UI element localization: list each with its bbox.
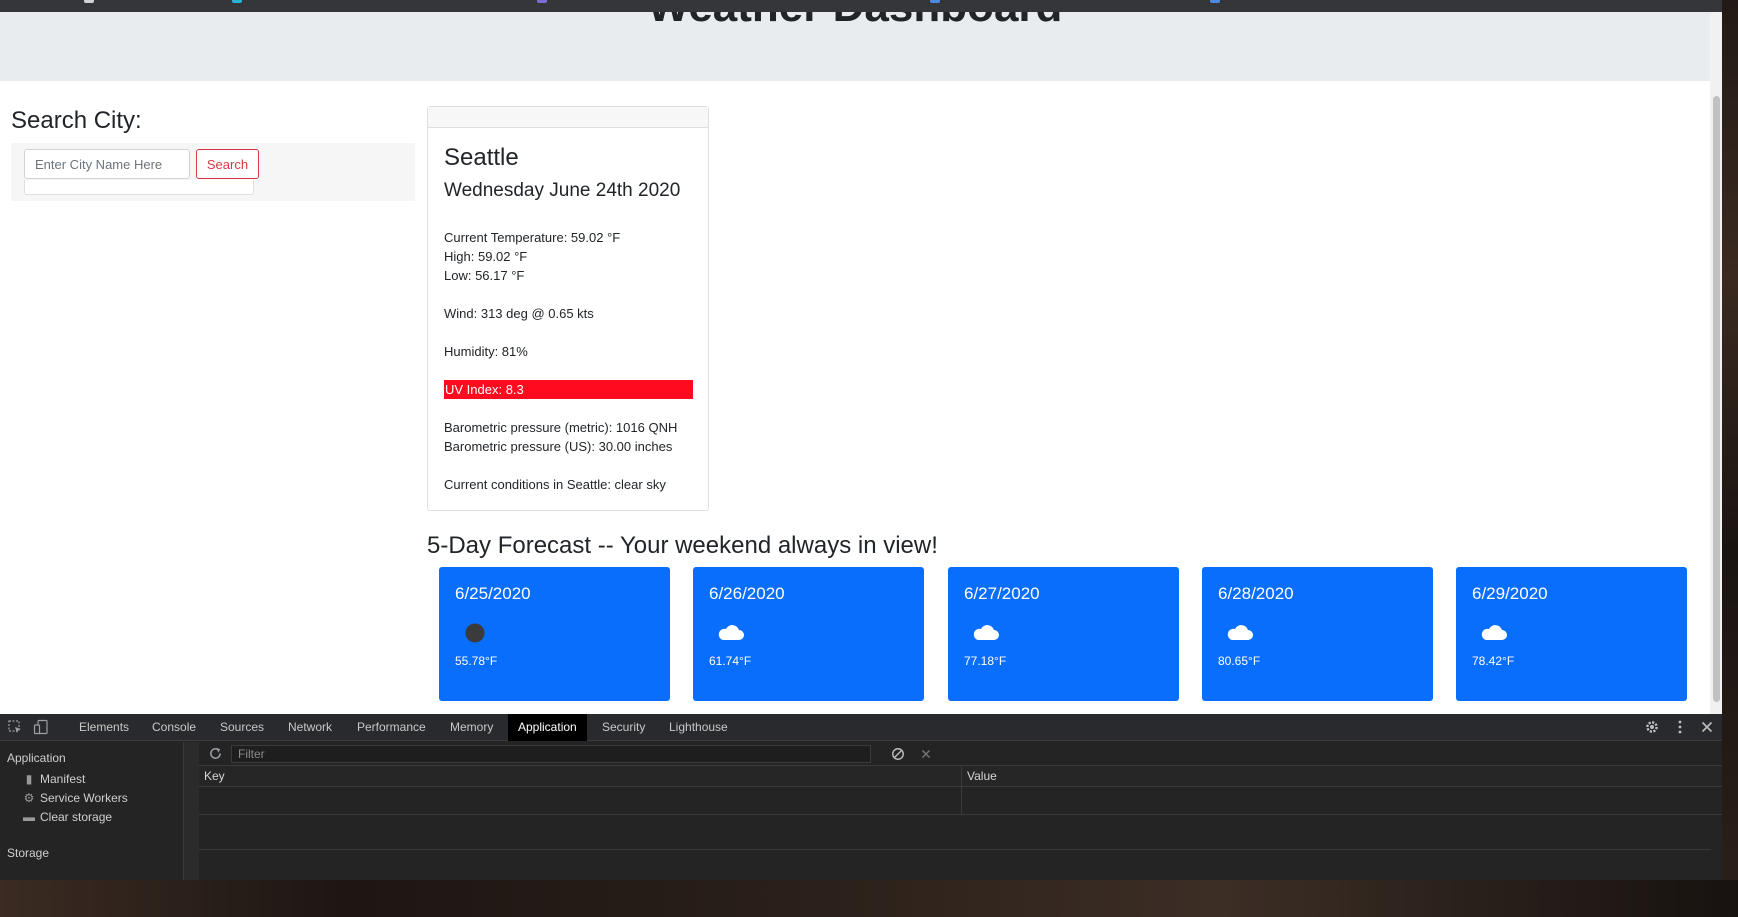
browser-tab-favicon[interactable] <box>1210 0 1220 3</box>
forecast-temperature: 80.65°F <box>1218 654 1261 668</box>
storage-table-panel: Key Value <box>199 742 1722 880</box>
forecast-temperature: 78.42°F <box>1472 654 1515 668</box>
sidebar-item-clear-storage[interactable]: ▬ Clear storage <box>22 810 112 824</box>
tab-elements[interactable]: Elements <box>69 714 139 741</box>
wind-reading: Wind: 313 deg @ 0.65 kts <box>444 306 594 321</box>
search-city-heading: Search City: <box>11 107 142 134</box>
page-title: Weather Dashboard <box>0 12 1710 32</box>
desktop-background-right <box>1722 0 1738 917</box>
cloud-icon <box>973 625 999 640</box>
page-scrollbar-thumb[interactable] <box>1713 96 1720 702</box>
file-icon: ▮ <box>25 772 33 786</box>
sidebar-section-storage: Storage <box>7 846 50 860</box>
current-date: Wednesday June 24th 2020 <box>444 180 681 201</box>
high-temperature: High: 59.02 °F <box>444 249 528 264</box>
devtools-sidebar: Application ▮ Manifest ⚙ Service Workers ▬… <box>0 742 199 880</box>
city-name: Seattle <box>444 144 519 171</box>
pressure-metric: Barometric pressure (metric): 1016 QNH <box>444 420 678 435</box>
sidebar-item-label: Service Workers <box>40 791 128 805</box>
refresh-icon[interactable] <box>208 746 223 761</box>
sidebar-item-manifest[interactable]: ▮ Manifest <box>22 772 86 786</box>
clear-night-icon <box>465 623 485 643</box>
sidebar-section-application: Application <box>7 751 66 765</box>
cloud-icon <box>718 625 744 640</box>
filter-bar <box>199 742 1722 766</box>
uv-index-badge: UV Index: 8.3 <box>444 380 693 399</box>
page-header: Weather Dashboard <box>0 12 1710 81</box>
city-search-input[interactable] <box>24 149 190 179</box>
cloud-icon <box>1481 625 1507 640</box>
delete-selected-icon[interactable] <box>919 747 933 761</box>
forecast-date: 6/25/2020 <box>455 584 531 603</box>
tab-performance[interactable]: Performance <box>347 714 436 741</box>
forecast-date: 6/27/2020 <box>964 584 1040 603</box>
filter-input[interactable] <box>231 745 871 763</box>
current-temperature: Current Temperature: 59.02 °F <box>444 230 621 245</box>
column-key[interactable]: Key <box>204 769 225 783</box>
card-header <box>428 107 708 128</box>
humidity-reading: Humidity: 81% <box>444 344 528 359</box>
browser-tab-strip <box>0 0 1722 12</box>
forecast-date: 6/29/2020 <box>1472 584 1548 603</box>
forecast-temperature: 55.78°F <box>455 654 498 668</box>
gear-icon: ⚙ <box>23 791 35 805</box>
low-temperature: Low: 56.17 °F <box>444 268 525 283</box>
table-empty-area <box>199 816 1711 850</box>
sidebar-item-service-workers[interactable]: ⚙ Service Workers <box>22 791 128 805</box>
browser-window: Weather Dashboard Search City: Search Se… <box>0 0 1722 880</box>
forecast-date: 6/28/2020 <box>1218 584 1294 603</box>
tab-lighthouse[interactable]: Lighthouse <box>659 714 738 741</box>
forecast-card: 6/28/2020 80.65°F <box>1202 567 1433 701</box>
inspect-element-icon[interactable] <box>7 719 23 735</box>
forecast-temperature: 61.74°F <box>709 654 752 668</box>
browser-tab-favicon[interactable] <box>84 0 94 3</box>
search-history-list <box>24 180 254 195</box>
forecast-card: 6/29/2020 78.42°F <box>1456 567 1687 701</box>
tab-network[interactable]: Network <box>278 714 342 741</box>
sidebar-scrollbar[interactable] <box>184 742 199 880</box>
page-scrollbar[interactable] <box>1710 12 1722 714</box>
search-button[interactable]: Search <box>196 149 259 179</box>
browser-tab-favicon[interactable] <box>537 0 547 3</box>
devtools-panel: Elements Console Sources Network Perform… <box>0 714 1722 880</box>
tab-console[interactable]: Console <box>142 714 206 741</box>
trash-icon: ▬ <box>23 810 35 824</box>
more-options-icon[interactable] <box>1672 719 1688 735</box>
value-preview-pane <box>199 851 1722 880</box>
close-icon[interactable] <box>1699 719 1715 735</box>
device-toolbar-icon[interactable] <box>33 719 49 735</box>
sidebar-item-label: Manifest <box>40 772 86 786</box>
current-weather-card: Seattle Wednesday June 24th 2020 Current… <box>427 106 709 511</box>
settings-gear-icon[interactable] <box>1644 719 1660 735</box>
column-divider[interactable] <box>961 766 962 815</box>
forecast-date: 6/26/2020 <box>709 584 785 603</box>
cloud-icon <box>1227 625 1253 640</box>
column-value[interactable]: Value <box>967 769 997 783</box>
sidebar-item-label: Clear storage <box>40 810 113 824</box>
tab-security[interactable]: Security <box>592 714 655 741</box>
clear-all-icon[interactable] <box>891 747 905 761</box>
browser-tab-favicon[interactable] <box>930 0 940 3</box>
forecast-card: 6/27/2020 77.18°F <box>948 567 1179 701</box>
devtools-toolbar: Elements Console Sources Network Perform… <box>0 714 1722 741</box>
forecast-heading: 5-Day Forecast -- Your weekend always in… <box>427 532 938 559</box>
pressure-us: Barometric pressure (US): 30.00 inches <box>444 439 673 454</box>
forecast-card: 6/26/2020 61.74°F <box>693 567 924 701</box>
current-conditions: Current conditions in Seattle: clear sky <box>444 477 666 492</box>
forecast-temperature: 77.18°F <box>964 654 1007 668</box>
forecast-card: 6/25/2020 55.78°F <box>439 567 670 701</box>
browser-tab-favicon[interactable] <box>232 0 242 3</box>
desktop-background-bottom <box>0 880 1738 917</box>
tab-sources[interactable]: Sources <box>210 714 274 741</box>
tab-memory[interactable]: Memory <box>440 714 503 741</box>
tab-application[interactable]: Application <box>508 714 587 741</box>
